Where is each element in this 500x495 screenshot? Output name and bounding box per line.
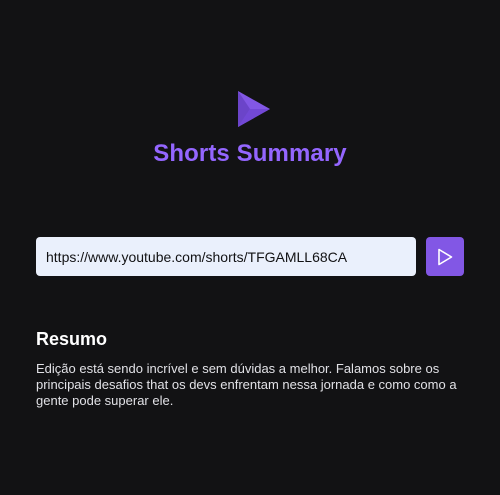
summary-heading: Resumo [36,329,108,349]
app-title: Shorts Summary [153,140,347,167]
play-logo-icon [238,91,270,127]
summary-text: Edição está sendo incrível e sem dúvidas… [36,361,457,408]
url-input[interactable] [36,237,416,276]
submit-button[interactable] [426,237,464,276]
url-form [36,237,464,276]
play-icon [438,248,453,265]
